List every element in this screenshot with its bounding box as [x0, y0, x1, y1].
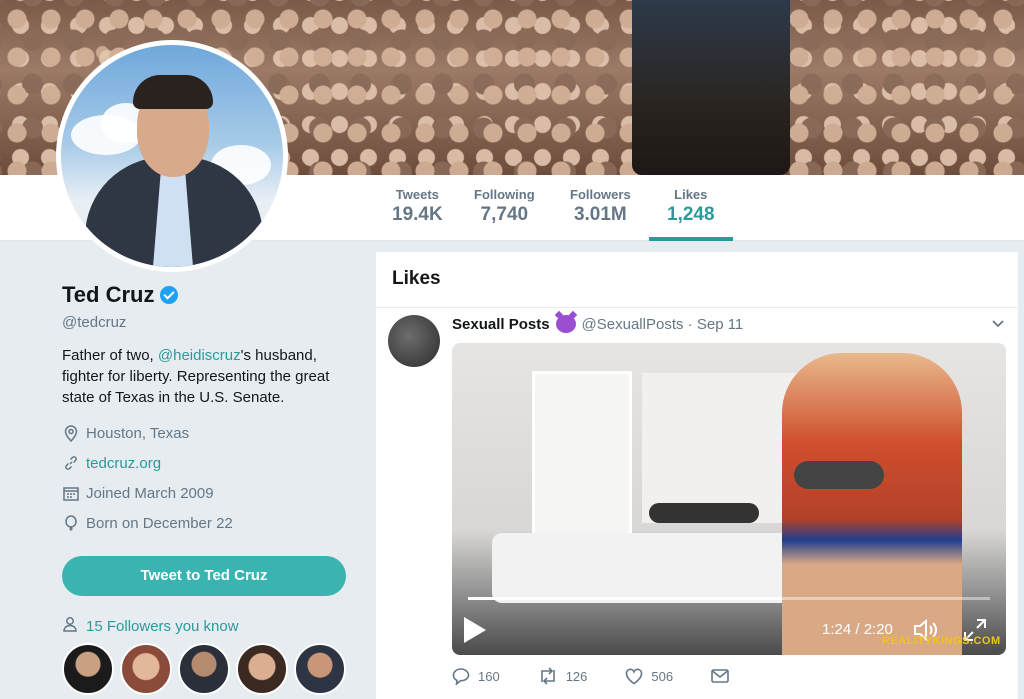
- profile-joined: Joined March 2009: [62, 484, 362, 502]
- profile-website[interactable]: tedcruz.org: [62, 454, 362, 472]
- video-progress-fill: [468, 597, 782, 600]
- reply-button[interactable]: 160: [452, 667, 500, 685]
- website-link[interactable]: tedcruz.org: [86, 455, 161, 472]
- stat-label: Likes: [674, 187, 708, 202]
- chevron-down-icon[interactable]: [992, 317, 1004, 329]
- video-progress-bar[interactable]: [468, 597, 990, 600]
- stat-value: 1,248: [667, 204, 715, 225]
- follower-avatar[interactable]: [62, 643, 114, 695]
- profile-birthday: Born on December 22: [62, 514, 362, 532]
- like-count: 506: [651, 668, 674, 684]
- stat-value: 19.4K: [392, 204, 443, 225]
- banner-speaker-figure: [632, 0, 790, 175]
- followers-avatar-list: [62, 643, 346, 695]
- tweet-header: Sexuall Posts @SexuallPosts · Sep 11: [452, 315, 743, 333]
- tweet-date[interactable]: Sep 11: [697, 316, 743, 333]
- stat-followers[interactable]: Followers 3.01M: [570, 187, 631, 226]
- stat-following[interactable]: Following 7,740: [474, 187, 535, 226]
- bio-text: Father of two,: [62, 347, 158, 364]
- verified-badge-icon: [160, 286, 179, 304]
- active-tab-indicator: [649, 237, 733, 241]
- reply-count: 160: [478, 668, 500, 684]
- tweet-author-handle[interactable]: @SexuallPosts: [582, 316, 684, 333]
- video-watermark: REALITYKINGS.COM: [882, 635, 1001, 647]
- tweet-separator: ·: [683, 315, 697, 333]
- profile-avatar[interactable]: [56, 40, 288, 272]
- censor-bar: [649, 503, 759, 523]
- follower-avatar[interactable]: [178, 643, 230, 695]
- link-icon: [62, 454, 80, 472]
- censor-bar: [794, 461, 884, 489]
- devil-emoji-icon: [555, 315, 576, 333]
- location-text: Houston, Texas: [86, 424, 190, 442]
- envelope-icon: [711, 669, 729, 683]
- play-icon[interactable]: [464, 617, 486, 643]
- bio-mention-link[interactable]: @heidiscruz: [158, 347, 241, 364]
- followers-you-know[interactable]: 15 Followers you know: [62, 616, 239, 636]
- likes-heading: Likes: [376, 252, 1018, 308]
- tweet-to-button[interactable]: Tweet to Ted Cruz: [62, 556, 346, 596]
- tweet-author-name[interactable]: Sexuall Posts: [452, 316, 550, 333]
- tweet-author-avatar[interactable]: [388, 315, 440, 367]
- balloon-icon: [62, 514, 80, 532]
- follower-avatar[interactable]: [294, 643, 346, 695]
- followers-you-know-link[interactable]: 15 Followers you know: [86, 618, 239, 635]
- joined-text: Joined March 2009: [86, 484, 214, 502]
- stat-label: Followers: [570, 187, 631, 202]
- profile-bio: Father of two, @heidiscruz's husband, fi…: [62, 345, 362, 408]
- retweet-count: 126: [565, 668, 588, 684]
- avatar-photo: [61, 45, 283, 267]
- reply-icon: [452, 668, 470, 685]
- stat-value: 3.01M: [573, 204, 627, 225]
- stat-value: 7,740: [480, 204, 529, 225]
- stat-tweets[interactable]: Tweets 19.4K: [392, 187, 443, 226]
- follower-avatar[interactable]: [236, 643, 288, 695]
- stat-label: Tweets: [395, 187, 439, 202]
- retweet-icon: [540, 667, 555, 685]
- stat-likes[interactable]: Likes 1,248: [667, 187, 715, 226]
- profile-card: Ted Cruz @tedcruz Father of two, @heidis…: [62, 282, 362, 532]
- profile-handle: @tedcruz: [62, 314, 127, 331]
- location-pin-icon: [62, 424, 80, 442]
- video-controls: 1:24 / 2:20: [452, 605, 1006, 655]
- likes-timeline: Likes Sexuall Posts @SexuallPosts · Sep …: [376, 252, 1018, 699]
- heart-icon: [626, 668, 643, 684]
- follower-avatar[interactable]: [120, 643, 172, 695]
- person-icon: [62, 616, 78, 636]
- stat-label: Following: [474, 187, 535, 202]
- retweet-button[interactable]: 126: [538, 667, 588, 685]
- profile-name[interactable]: Ted Cruz: [62, 282, 362, 308]
- direct-message-button[interactable]: [711, 669, 737, 683]
- profile-name-text: Ted Cruz: [62, 282, 155, 307]
- born-text: Born on December 22: [86, 514, 233, 532]
- calendar-icon: [62, 484, 80, 502]
- like-button[interactable]: 506: [625, 668, 673, 685]
- tweet-actions: 160 126 506: [452, 667, 775, 685]
- tweet-video[interactable]: 1:24 / 2:20 REALITYKINGS.COM: [452, 343, 1006, 655]
- profile-location: Houston, Texas: [62, 424, 362, 442]
